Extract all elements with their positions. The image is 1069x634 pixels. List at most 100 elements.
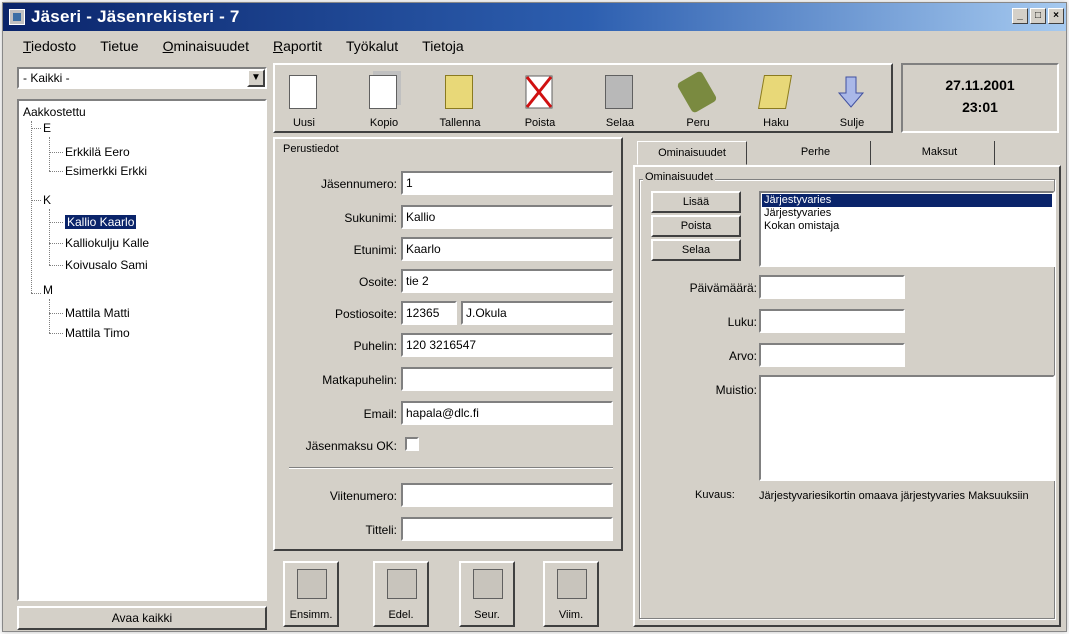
member-no-label: Jäsennumero: [320,177,397,191]
undo-label: Peru [686,117,710,129]
browse-property-button[interactable]: Selaa [651,239,741,261]
value-field[interactable] [759,343,905,367]
menu-tyokalut[interactable]: Työkalut [346,38,398,54]
menu-mnemonic: T [23,38,32,54]
time-text: 23:01 [962,99,998,115]
chevron-down-icon[interactable]: ▼ [247,69,265,87]
firstname-field[interactable]: Kaarlo [401,237,613,261]
email-field[interactable]: hapala@dlc.fi [401,401,613,425]
add-property-button[interactable]: Lisää [651,191,741,213]
tree-group-k[interactable]: K [43,193,51,207]
next-label: Seur. [474,609,500,621]
tree-item[interactable]: Erkkilä Eero [65,145,130,159]
new-document-icon [289,75,317,109]
list-item[interactable]: Järjestyvaries [762,207,1052,220]
divider [289,467,613,469]
basic-info-title: Perustiedot [281,143,341,155]
basic-info-panel: Perustiedot Jäsennumero: 1 Sukunimi: Kal… [273,137,623,551]
fee-ok-checkbox[interactable] [405,437,419,451]
mobile-label: Matkapuhelin: [322,373,397,387]
window-title: Jäseri - Jäsenrekisteri - 7 [31,7,240,26]
lastname-field[interactable]: Kallio [401,205,613,229]
open-all-button[interactable]: Avaa kaikki [17,606,267,630]
menu-label: aportit [283,38,323,54]
lastname-label: Sukunimi: [344,211,397,225]
close-button[interactable]: × [1048,8,1064,24]
list-item[interactable]: Kokan omistaja [762,220,1052,233]
list-item-selected[interactable]: Järjestyvaries [762,194,1052,207]
postal-code-field[interactable]: 12365 [401,301,457,325]
member-tree[interactable]: Aakkostettu E Erkkilä Eero Esimerkki Erk… [17,99,267,601]
copy-label: Kopio [369,117,399,129]
tab-properties[interactable]: Ominaisuudet [637,141,747,165]
remove-property-button[interactable]: Poista [651,215,741,237]
close-form-button[interactable]: Sulje [823,69,881,131]
phone-field[interactable]: 120 3216547 [401,333,613,357]
address-field[interactable]: tie 2 [401,269,613,293]
menu-ominaisuudet[interactable]: Ominaisuudet [163,38,249,54]
menu-label: Työkalut [346,38,399,54]
tree-item[interactable]: Mattila Matti [65,306,130,320]
phone-label: Puhelin: [353,339,397,353]
memo-label: Muistio: [715,383,757,397]
tree-item[interactable]: Esimerkki Erkki [65,164,147,178]
menu-raportit[interactable]: Raportit [273,38,322,54]
tree-item[interactable]: Mattila Timo [65,326,130,340]
tree-connector [31,121,32,293]
number-field[interactable] [759,309,905,333]
delete-button[interactable]: Poista [511,69,569,131]
tree-group-e[interactable]: E [43,121,51,135]
tree-root[interactable]: Aakkostettu [23,105,86,119]
mobile-field[interactable] [401,367,613,391]
tree-connector [49,152,63,153]
last-icon [557,569,587,599]
memo-field[interactable] [759,375,1055,481]
app-icon [9,9,25,25]
tree-connector [49,333,63,334]
tree-item-selected[interactable]: Kallio Kaarlo [65,215,137,229]
postal-label: Postiosoite: [334,307,397,321]
tab-payments[interactable]: Maksut [885,141,995,165]
title-bar[interactable]: Jäseri - Jäsenrekisteri - 7 _ □ × [3,3,1066,31]
maximize-button[interactable]: □ [1030,8,1046,24]
description-label: Kuvaus: [695,489,735,501]
member-no-field[interactable]: 1 [401,171,613,195]
menu-tietoja[interactable]: Tietoja [422,38,464,54]
properties-list[interactable]: Järjestyvaries Järjestyvaries Kokan omis… [759,191,1055,267]
next-record-button[interactable]: Seur. [459,561,515,627]
folder-icon [445,75,473,109]
undo-button[interactable]: Peru [669,69,727,131]
title-label: Titteli: [365,523,397,537]
previous-record-button[interactable]: Edel. [373,561,429,627]
menu-label: Tietoja [422,38,464,54]
filter-combobox[interactable]: - Kaikki - ▼ [17,67,267,89]
new-button[interactable]: Uusi [275,69,333,131]
first-record-button[interactable]: Ensimm. [283,561,339,627]
city-field[interactable]: J.Okula [461,301,613,325]
menu-tietue[interactable]: Tietue [100,38,138,54]
menu-label: iedosto [31,38,77,54]
tree-item[interactable]: Kalliokulju Kalle [65,236,149,250]
copy-button[interactable]: Kopio [355,69,413,131]
properties-group-title: Ominaisuudet [643,171,715,183]
menu-mnemonic: O [162,38,174,54]
save-label: Tallenna [439,117,481,129]
last-record-button[interactable]: Viim. [543,561,599,627]
tree-item[interactable]: Koivusalo Sami [65,258,148,272]
first-icon [297,569,327,599]
title-field[interactable] [401,517,613,541]
browse-button[interactable]: Selaa [591,69,649,131]
date-field[interactable] [759,275,905,299]
tab-family[interactable]: Perhe [761,141,871,165]
minimize-button[interactable]: _ [1012,8,1028,24]
new-label: Uusi [292,117,315,129]
previous-icon [387,569,417,599]
ref-no-field[interactable] [401,483,613,507]
date-label: Päivämäärä: [689,281,757,295]
save-button[interactable]: Tallenna [431,69,489,131]
tree-group-m[interactable]: M [43,283,53,297]
value-label: Arvo: [728,349,757,363]
menu-tiedosto[interactable]: Tiedosto [23,38,76,54]
search-button[interactable]: Haku [747,69,805,131]
search-folder-icon [758,75,792,109]
